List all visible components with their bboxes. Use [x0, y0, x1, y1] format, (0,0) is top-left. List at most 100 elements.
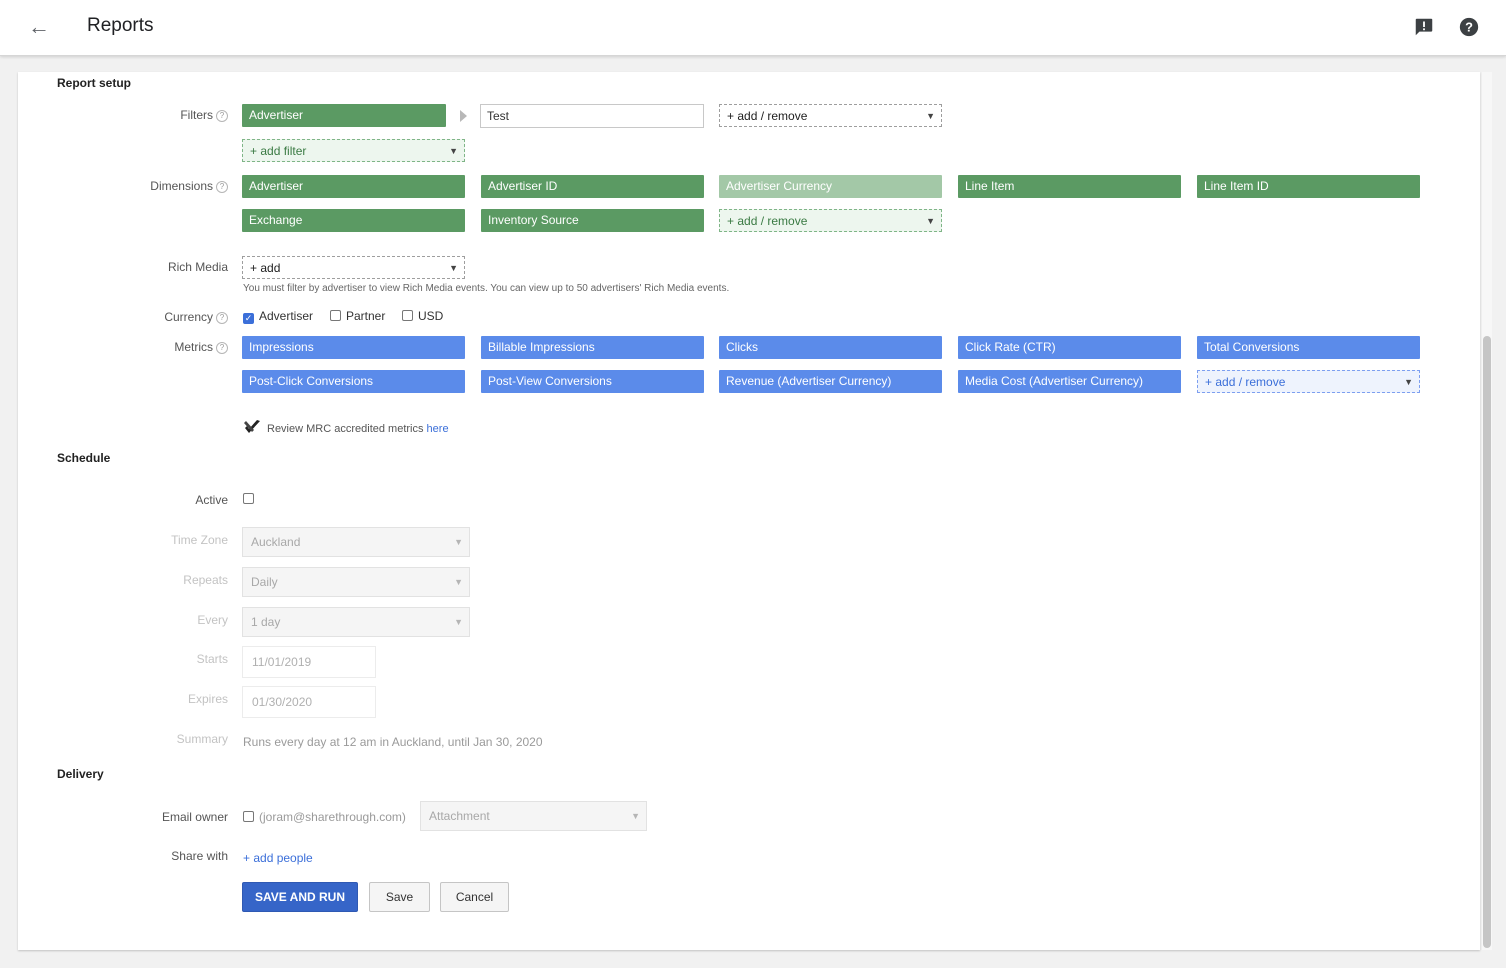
metrics-add-remove-dropdown[interactable]: + add / remove ▼ — [1197, 370, 1420, 393]
filters-label-text: Filters — [180, 108, 213, 122]
metric-chip[interactable]: Post-View Conversions — [481, 370, 704, 393]
dimension-chip[interactable]: Inventory Source — [481, 209, 704, 232]
expires-date-input[interactable]: 01/30/2020 — [242, 686, 376, 718]
top-app-bar: ← Reports ? — [0, 0, 1506, 56]
page-title: Reports — [87, 15, 154, 36]
dimensions-add-remove-dropdown[interactable]: + add / remove ▼ — [719, 209, 942, 232]
add-filter-label: + add filter — [250, 144, 307, 158]
dropdown-arrow-icon: ▼ — [1404, 377, 1413, 387]
dimension-chip[interactable]: Line Item ID — [1197, 175, 1420, 198]
currency-option-label: Advertiser — [259, 309, 314, 323]
attachment-select[interactable]: Attachment ▼ — [420, 801, 647, 831]
every-select[interactable]: 1 day ▼ — [242, 607, 470, 637]
metric-chip[interactable]: Total Conversions — [1197, 336, 1420, 359]
filter-add-remove-dropdown[interactable]: + add / remove ▼ — [719, 104, 942, 127]
filter-chip-advertiser[interactable]: Advertiser — [242, 104, 446, 127]
section-schedule: Schedule — [57, 451, 111, 465]
active-checkbox[interactable] — [243, 493, 254, 504]
metric-chip[interactable]: Impressions — [242, 336, 465, 359]
metrics-add-remove-label: + add / remove — [1205, 375, 1286, 389]
dropdown-arrow-icon: ▼ — [454, 577, 463, 587]
add-people-link[interactable]: + add people — [243, 851, 313, 865]
dropdown-arrow-icon: ▼ — [454, 537, 463, 547]
report-form-panel — [18, 72, 1480, 950]
section-delivery: Delivery — [57, 767, 104, 781]
mrc-note: Review MRC accredited metrics here — [267, 423, 449, 435]
dimension-chip[interactable]: Exchange — [242, 209, 465, 232]
repeats-label: Repeats — [183, 573, 228, 587]
active-label: Active — [195, 493, 228, 507]
add-filter-dropdown[interactable]: + add filter ▼ — [242, 139, 465, 162]
dropdown-arrow-icon: ▼ — [631, 811, 640, 821]
rich-media-label: Rich Media — [167, 260, 228, 274]
metric-chip[interactable]: Billable Impressions — [481, 336, 704, 359]
currency-option-label: Partner — [346, 309, 386, 323]
dimensions-add-remove-label: + add / remove — [727, 214, 808, 228]
every-value: 1 day — [251, 615, 281, 629]
starts-date-input[interactable]: 11/01/2019 — [242, 646, 376, 678]
repeats-value: Daily — [251, 575, 278, 589]
cancel-button[interactable]: Cancel — [440, 882, 509, 912]
expires-label: Expires — [187, 692, 228, 706]
mrc-here-link[interactable]: here — [427, 423, 449, 435]
metric-chip[interactable]: Clicks — [719, 336, 942, 359]
repeats-select[interactable]: Daily ▼ — [242, 567, 470, 597]
rich-media-add-label: + add — [250, 261, 281, 275]
save-button[interactable]: Save — [369, 882, 430, 912]
metric-chip[interactable]: Revenue (Advertiser Currency) — [719, 370, 942, 393]
currency-label-text: Currency — [164, 310, 213, 324]
attachment-value: Attachment — [429, 809, 490, 823]
mrc-badge-icon — [244, 420, 260, 433]
dimension-chip[interactable]: Advertiser ID — [481, 175, 704, 198]
help-question-icon[interactable]: ? — [216, 312, 228, 324]
email-owner-address: (joram@sharethrough.com) — [259, 810, 406, 824]
mrc-text: Review MRC accredited metrics — [267, 423, 424, 435]
filters-label: Filters? — [38, 108, 228, 122]
currency-label: Currency? — [38, 310, 228, 324]
help-question-icon[interactable]: ? — [216, 181, 228, 193]
checkbox-icon[interactable] — [243, 811, 254, 822]
back-arrow-icon[interactable]: ← — [26, 14, 52, 40]
currency-option-advertiser[interactable]: ✓ Advertiser — [243, 309, 313, 324]
filter-add-remove-label: + add / remove — [727, 109, 808, 123]
rich-media-note: You must filter by advertiser to view Ri… — [243, 283, 730, 294]
metric-chip[interactable]: Post-Click Conversions — [242, 370, 465, 393]
metrics-label-text: Metrics — [174, 340, 213, 354]
currency-option-label: USD — [418, 309, 444, 323]
filter-value-input[interactable]: Test — [480, 104, 704, 128]
starts-label: Starts — [196, 652, 228, 666]
dimension-chip[interactable]: Advertiser Currency — [719, 175, 942, 198]
rich-media-add-dropdown[interactable]: + add ▼ — [242, 256, 465, 279]
svg-text:?: ? — [1465, 20, 1473, 35]
dropdown-arrow-icon: ▼ — [449, 263, 458, 273]
summary-label: Summary — [176, 732, 228, 746]
dropdown-arrow-icon: ▼ — [454, 617, 463, 627]
time-zone-label: Time Zone — [171, 533, 228, 547]
schedule-summary: Runs every day at 12 am in Auckland, unt… — [243, 735, 543, 749]
help-icon[interactable]: ? — [1458, 16, 1480, 38]
dropdown-arrow-icon: ▼ — [926, 216, 935, 226]
dropdown-arrow-icon: ▼ — [449, 146, 458, 156]
checkbox-icon[interactable] — [330, 310, 341, 321]
email-owner-label: Email owner — [161, 810, 228, 824]
dropdown-arrow-icon: ▼ — [926, 111, 935, 121]
metric-chip[interactable]: Click Rate (CTR) — [958, 336, 1181, 359]
checkbox-icon[interactable] — [402, 310, 413, 321]
currency-option-usd[interactable]: USD — [402, 309, 443, 323]
help-question-icon[interactable]: ? — [216, 342, 228, 354]
time-zone-select[interactable]: Auckland ▼ — [242, 527, 470, 557]
help-question-icon[interactable]: ? — [216, 110, 228, 122]
save-and-run-button[interactable]: SAVE AND RUN — [242, 882, 358, 912]
dimension-chip[interactable]: Advertiser — [242, 175, 465, 198]
scrollbar-thumb[interactable] — [1483, 336, 1491, 948]
email-owner-option[interactable]: (joram@sharethrough.com) — [243, 810, 406, 824]
currency-option-partner[interactable]: Partner — [330, 309, 385, 323]
feedback-icon[interactable] — [1413, 16, 1435, 38]
time-zone-value: Auckland — [251, 535, 301, 549]
chevron-right-icon — [460, 110, 467, 122]
dimensions-label: Dimensions? — [38, 179, 228, 193]
metric-chip[interactable]: Media Cost (Advertiser Currency) — [958, 370, 1181, 393]
dimension-chip[interactable]: Line Item — [958, 175, 1181, 198]
share-with-label: Share with — [171, 849, 228, 863]
checkbox-checked-icon[interactable]: ✓ — [243, 313, 254, 324]
